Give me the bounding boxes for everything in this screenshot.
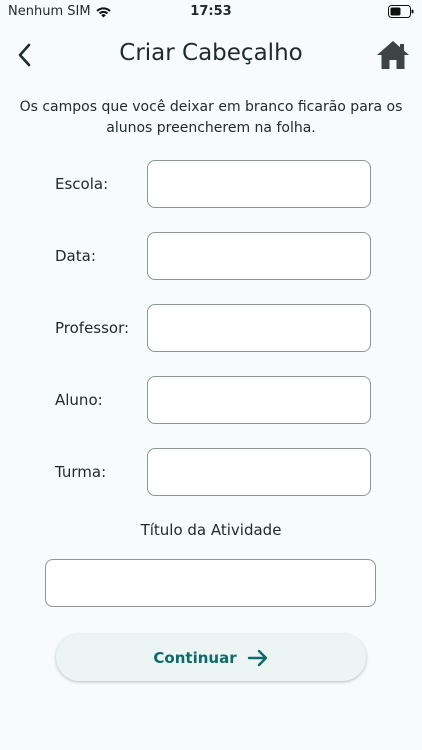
form-row-aluno: Aluno:	[0, 376, 422, 424]
continue-label: Continuar	[153, 648, 237, 667]
status-time: 17:53	[190, 4, 232, 19]
form-row-data: Data:	[0, 232, 422, 280]
field-label-professor: Professor:	[55, 319, 130, 337]
aluno-input[interactable]	[147, 376, 371, 424]
home-button[interactable]	[376, 39, 410, 71]
activity-title-label: Título da Atividade	[140, 521, 282, 539]
data-input[interactable]	[147, 232, 371, 280]
field-label-escola: Escola:	[55, 175, 109, 193]
escola-input[interactable]	[147, 160, 371, 208]
home-icon	[377, 41, 409, 69]
navigation-bar: Criar Cabeçalho	[0, 34, 422, 76]
professor-input[interactable]	[147, 304, 371, 352]
instructions-text: Os campos que você deixar em branco fica…	[19, 99, 403, 136]
arrow-right-icon	[247, 649, 267, 666]
page-title: Criar Cabeçalho	[119, 40, 303, 66]
field-label-data: Data:	[55, 247, 96, 265]
field-label-aluno: Aluno:	[55, 391, 103, 409]
form-row-escola: Escola:	[0, 160, 422, 208]
activity-title-input[interactable]	[45, 559, 376, 607]
battery-icon	[388, 5, 414, 18]
continue-button[interactable]: Continuar	[56, 634, 366, 681]
status-bar: Nenhum SIM 17:53	[0, 0, 422, 24]
form-row-professor: Professor:	[0, 304, 422, 352]
form-row-turma: Turma:	[0, 448, 422, 496]
field-label-turma: Turma:	[55, 463, 107, 481]
turma-input[interactable]	[147, 448, 371, 496]
